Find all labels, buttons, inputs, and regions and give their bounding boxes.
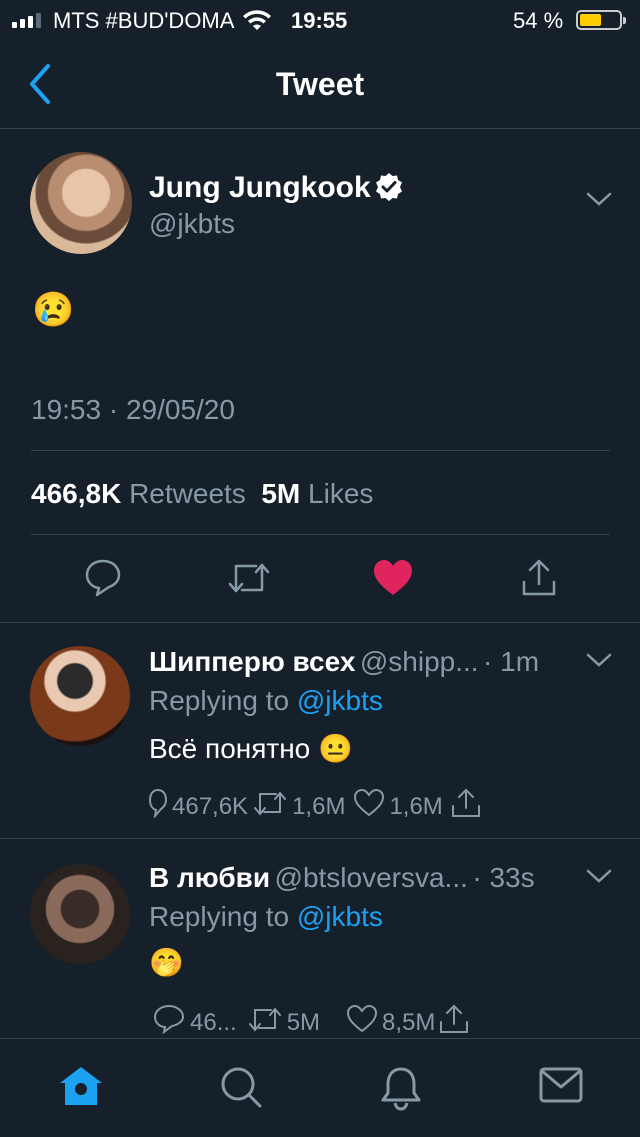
reply-action-row: 46... 5M 8,5M <box>152 1004 475 1041</box>
divider <box>31 534 610 535</box>
replying-to-label: Replying to <box>149 901 290 932</box>
retweets-count[interactable]: 466,8K <box>31 478 121 509</box>
battery-icon <box>576 10 626 30</box>
reply-count: 46... <box>190 1008 237 1036</box>
divider <box>31 450 610 451</box>
reply-author-handle[interactable]: @btsloversva... <box>275 862 468 893</box>
reply-time: · 1m <box>483 646 540 677</box>
signal-strength-icon <box>12 13 41 28</box>
reply-author-name[interactable]: Шипперю всех <box>149 646 355 677</box>
battery-percent: 54 % <box>513 8 564 33</box>
heart-icon[interactable] <box>353 788 389 825</box>
retweet-icon[interactable] <box>226 558 272 603</box>
likes-count[interactable]: 5M <box>261 478 300 509</box>
tweet-timestamp: 19:53 · 29/05/20 <box>31 394 235 425</box>
reply-icon[interactable] <box>84 558 122 603</box>
replying-to-mention[interactable]: @jkbts <box>297 901 383 932</box>
retweet-icon[interactable] <box>252 788 292 825</box>
tab-bar <box>0 1038 640 1137</box>
replying-to-label: Replying to <box>149 685 290 716</box>
status-bar: MTS #BUD'DOMA 19:55 54 % <box>0 0 640 40</box>
heart-icon[interactable] <box>372 558 414 603</box>
likes-label[interactable]: Likes <box>308 478 373 509</box>
home-icon[interactable] <box>58 1065 104 1112</box>
reply-header: В любви @btsloversva... · 33s <box>149 862 535 894</box>
reply-time: · 33s <box>472 862 535 893</box>
chevron-down-icon[interactable] <box>586 192 612 213</box>
wifi-icon <box>243 10 271 38</box>
reply-header: Шипперю всех @shipp... · 1m <box>149 646 539 678</box>
status-time: 19:55 <box>291 8 348 33</box>
divider <box>0 622 640 623</box>
like-count: 1,6M <box>389 792 443 820</box>
page-title: Tweet <box>275 66 365 102</box>
author-avatar[interactable] <box>30 152 132 254</box>
reply-count: 467,6K <box>172 792 249 820</box>
retweet-count: 5M <box>286 1008 321 1036</box>
share-icon[interactable] <box>520 558 558 603</box>
verified-badge-icon <box>374 172 404 207</box>
reply-avatar[interactable] <box>30 646 130 746</box>
replying-to: Replying to @jkbts <box>149 901 383 933</box>
replying-to: Replying to @jkbts <box>149 685 383 717</box>
reply-author-name[interactable]: В любви <box>149 862 270 893</box>
retweets-label[interactable]: Retweets <box>129 478 246 509</box>
replying-to-mention[interactable]: @jkbts <box>297 685 383 716</box>
share-icon[interactable] <box>437 1004 475 1041</box>
like-count: 8,5M <box>382 1008 436 1036</box>
reply-text: Всё понятно 😐 <box>149 733 353 764</box>
author-name[interactable]: Jung Jungkook <box>149 171 371 205</box>
divider <box>0 838 640 839</box>
heart-icon[interactable] <box>346 1004 382 1041</box>
retweet-icon[interactable] <box>247 1004 287 1041</box>
author-handle[interactable]: @jkbts <box>149 208 235 240</box>
mail-icon[interactable] <box>539 1065 583 1110</box>
search-icon[interactable] <box>219 1065 263 1114</box>
tweet-text: 😢 <box>32 291 75 329</box>
retweet-count: 1,6M <box>292 792 346 820</box>
reply-text: 🤭 <box>149 947 184 978</box>
reply-author-handle[interactable]: @shipp... <box>360 646 479 677</box>
bell-icon[interactable] <box>380 1065 422 1116</box>
chevron-down-icon[interactable] <box>586 869 612 890</box>
share-icon[interactable] <box>449 788 487 825</box>
reply-action-row: 467,6K 1,6M 1,6M <box>148 788 487 825</box>
reply-icon[interactable] <box>148 788 172 825</box>
reply-avatar[interactable] <box>30 864 130 964</box>
tweet-stats: 466,8K Retweets 5M Likes <box>31 478 373 510</box>
chevron-down-icon[interactable] <box>586 653 612 674</box>
carrier-name: MTS #BUD'DOMA <box>53 8 235 33</box>
nav-bar: Tweet <box>0 40 640 129</box>
reply-icon[interactable] <box>152 1004 190 1041</box>
